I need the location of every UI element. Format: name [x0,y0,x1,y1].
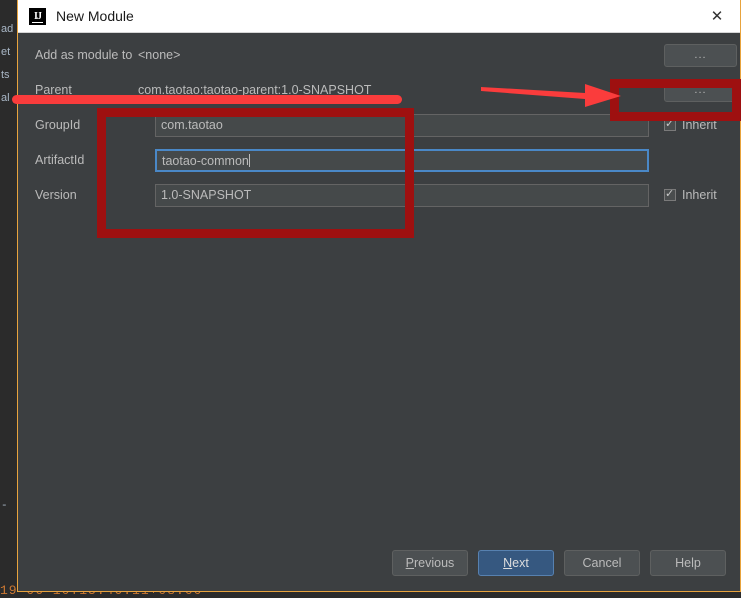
dialog-titlebar: IJ New Module ✕ [18,0,740,33]
checkbox-icon[interactable] [664,187,676,201]
close-icon[interactable]: ✕ [694,0,740,32]
parent-label: Parent [35,83,72,97]
groupid-input[interactable]: com.taotao [155,113,649,137]
groupid-inherit-checkbox[interactable]: Inherit [664,117,717,132]
tree-item: al [1,92,10,104]
groupid-label: GroupId [35,118,81,132]
version-inherit-label: Inherit [682,188,717,202]
row-add-as-module-to: Add as module to <none> ... [18,40,740,70]
previous-label-rest: revious [414,556,455,570]
dialog-button-bar: Previous Next Cancel Help [392,550,726,576]
artifactid-input[interactable]: taotao-common [155,148,649,172]
new-module-dialog: IJ New Module ✕ Add as module to <none> … [17,0,741,592]
groupid-inherit-label: Inherit [682,118,717,132]
next-mnemonic: N [503,556,513,570]
row-groupid: GroupId com.taotao Inherit [18,110,740,140]
version-inherit-checkbox[interactable]: Inherit [664,187,717,202]
next-button[interactable]: Next [478,550,554,576]
dialog-title: New Module [56,8,134,24]
tree-item: ts [1,69,10,81]
dialog-body: Add as module to <none> ... Parent com.t… [18,33,740,590]
background-text-fragment: - [1,500,8,512]
intellij-logo-icon: IJ [29,7,46,25]
help-button[interactable]: Help [650,550,726,576]
row-artifactid: ArtifactId taotao-common [18,145,740,175]
artifactid-input-value: taotao-common [162,153,249,168]
version-label: Version [35,188,77,202]
add-as-module-to-value: <none> [138,48,181,62]
text-caret [248,153,250,167]
cancel-button[interactable]: Cancel [564,550,640,576]
tree-item: et [1,46,11,58]
artifactid-label: ArtifactId [35,153,85,167]
row-version: Version 1.0-SNAPSHOT Inherit [18,180,740,210]
previous-button[interactable]: Previous [392,550,468,576]
checkbox-icon[interactable] [664,117,676,131]
parent-browse-button[interactable]: ... [664,78,737,102]
next-label-rest: ext [512,556,529,570]
add-as-module-to-browse-button[interactable]: ... [664,43,737,67]
parent-value: com.taotao:taotao-parent:1.0-SNAPSHOT [138,83,372,97]
row-parent: Parent com.taotao:taotao-parent:1.0-SNAP… [18,75,740,105]
previous-mnemonic: P [405,556,415,570]
add-as-module-to-label: Add as module to [35,48,133,62]
tree-item: ad [1,23,14,35]
version-input[interactable]: 1.0-SNAPSHOT [155,183,649,207]
background-project-tree: ad et ts al [0,18,18,110]
